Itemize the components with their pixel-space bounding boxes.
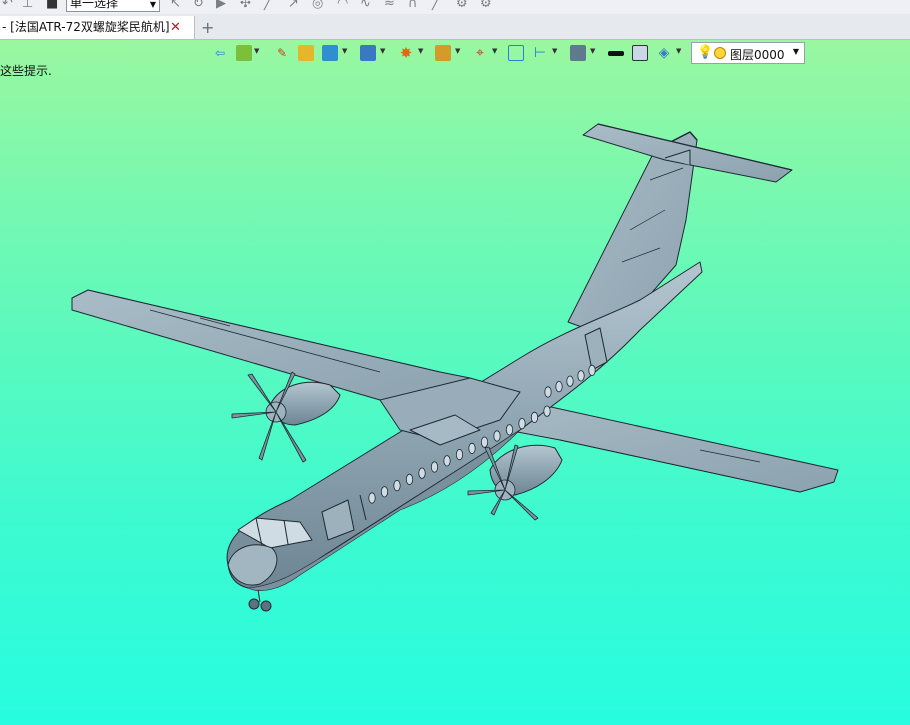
chevron-down-icon[interactable]: ▼ — [455, 47, 460, 55]
cabin-window — [505, 424, 514, 436]
tab-title: - [法国ATR-72双螺旋桨民航机] — [2, 20, 170, 34]
point-icon[interactable]: ✣ — [240, 0, 251, 11]
cabin-window — [430, 461, 439, 473]
frame-icon[interactable] — [508, 45, 524, 61]
cabin-window — [443, 455, 451, 467]
view-toolbar: ⇦ ▼ ✎ ▼ ▼ ✸ ▼ ▼ ⌖ ▼ ⊢ ▼ ▼ ◈ ▼ 💡 图层0000 ▼ — [210, 42, 810, 64]
layer-color-icon — [714, 47, 726, 59]
pin-icon[interactable]: ⊥ — [22, 0, 33, 11]
stop-icon[interactable]: ■ — [46, 0, 58, 11]
undo-icon[interactable]: ↶ — [2, 0, 13, 11]
cabin-window — [393, 479, 401, 492]
cabin-window — [368, 492, 376, 504]
line-icon[interactable]: ╱ — [264, 0, 272, 11]
exit-icon[interactable]: ⇦ — [212, 45, 228, 61]
display-mode-icon[interactable] — [360, 45, 376, 61]
chevron-down-icon[interactable]: ▼ — [590, 47, 595, 55]
play-icon[interactable]: ▶ — [216, 0, 226, 11]
aircraft-model[interactable] — [0, 40, 910, 725]
cabin-window — [577, 370, 585, 382]
arc-icon[interactable]: ◠ — [337, 0, 348, 11]
cabin-window — [544, 386, 552, 398]
arrow-icon[interactable]: ↗ — [288, 0, 299, 11]
select-icon[interactable]: ↖ — [170, 0, 181, 11]
cabin-window — [455, 448, 464, 461]
dimension-icon[interactable]: ⊢ — [532, 45, 548, 61]
cabin-window — [518, 417, 526, 430]
chevron-down-icon[interactable]: ▼ — [492, 47, 497, 55]
cabin-window — [493, 430, 501, 442]
cabin-window — [566, 375, 574, 387]
view-cube-icon[interactable] — [322, 45, 338, 61]
nose-landing-gear — [248, 589, 272, 612]
shaded-box-icon[interactable] — [298, 45, 314, 61]
rotate-icon[interactable]: ↻ — [193, 0, 204, 11]
cabin-window — [480, 436, 489, 448]
cabin-window — [468, 442, 476, 454]
lightbulb-icon[interactable]: 💡 — [697, 45, 713, 60]
chevron-down-icon[interactable]: ▼ — [418, 47, 423, 55]
circle-icon[interactable]: ◎ — [312, 0, 323, 11]
material-icon[interactable] — [236, 45, 252, 61]
render-style-icon[interactable]: ✸ — [398, 45, 414, 61]
line-color-icon[interactable] — [608, 51, 624, 56]
section-icon[interactable] — [435, 45, 451, 61]
cabin-window — [418, 467, 426, 479]
tab-atr72-document[interactable]: - [法国ATR-72双螺旋桨民航机] ✕ — [0, 16, 195, 39]
3d-viewport[interactable]: 这些提示. ⇦ ▼ ✎ ▼ ▼ ✸ ▼ ▼ ⌖ ▼ ⊢ ▼ ▼ ◈ ▼ 💡 图层… — [0, 40, 910, 725]
sketch-icon[interactable]: ∩ — [408, 0, 418, 11]
gear-icon[interactable]: ⚙ — [480, 0, 492, 11]
snap-icon[interactable]: ⌖ — [472, 45, 488, 61]
layer-value: 图层0000 — [730, 48, 785, 62]
cabin-window — [380, 486, 389, 498]
chevron-down-icon[interactable]: ▼ — [380, 47, 385, 55]
fill-color-icon[interactable] — [632, 45, 648, 61]
chevron-down-icon[interactable]: ▼ — [342, 47, 347, 55]
spline-icon[interactable]: ∿ — [360, 0, 371, 11]
screen-icon[interactable] — [570, 45, 586, 61]
chevron-down-icon[interactable]: ▼ — [552, 47, 557, 55]
cabin-window — [588, 364, 596, 376]
new-tab-button[interactable]: + — [201, 14, 214, 41]
hint-text: 这些提示. — [0, 64, 52, 78]
cabin-window — [555, 380, 563, 393]
layer-stack-icon[interactable]: ◈ — [656, 45, 672, 61]
cabin-window — [405, 473, 414, 485]
chevron-down-icon[interactable]: ▼ — [254, 47, 259, 55]
cabin-window — [530, 411, 539, 423]
chevron-down-icon: ▼ — [792, 47, 799, 56]
pen-icon[interactable]: ╱ — [432, 0, 440, 11]
cabin-window — [543, 405, 551, 417]
selection-mode-value: 单一选择 — [70, 0, 119, 10]
close-icon[interactable]: ✕ — [170, 16, 181, 39]
layer-selector[interactable]: 💡 图层0000 ▼ — [691, 42, 805, 64]
chevron-down-icon[interactable]: ▼ — [676, 47, 681, 55]
settings-icon[interactable]: ⚙ — [456, 0, 468, 11]
left-wing — [71, 289, 471, 406]
curve-icon[interactable]: ≈ — [384, 0, 395, 11]
selection-mode-dropdown[interactable]: 单一选择 ▼ — [66, 0, 160, 12]
main-toolbar: ↶ ⊥ ■ 单一选择 ▼ ↖ ↻ ▶ ✣ ╱ ↗ ◎ ◠ ∿ ≈ ∩ ╱ ⚙ ⚙ — [0, 0, 910, 15]
document-tab-bar: - [法国ATR-72双螺旋桨民航机] ✕ + — [0, 14, 910, 40]
brush-icon[interactable]: ✎ — [274, 45, 290, 61]
chevron-down-icon: ▼ — [149, 0, 156, 9]
